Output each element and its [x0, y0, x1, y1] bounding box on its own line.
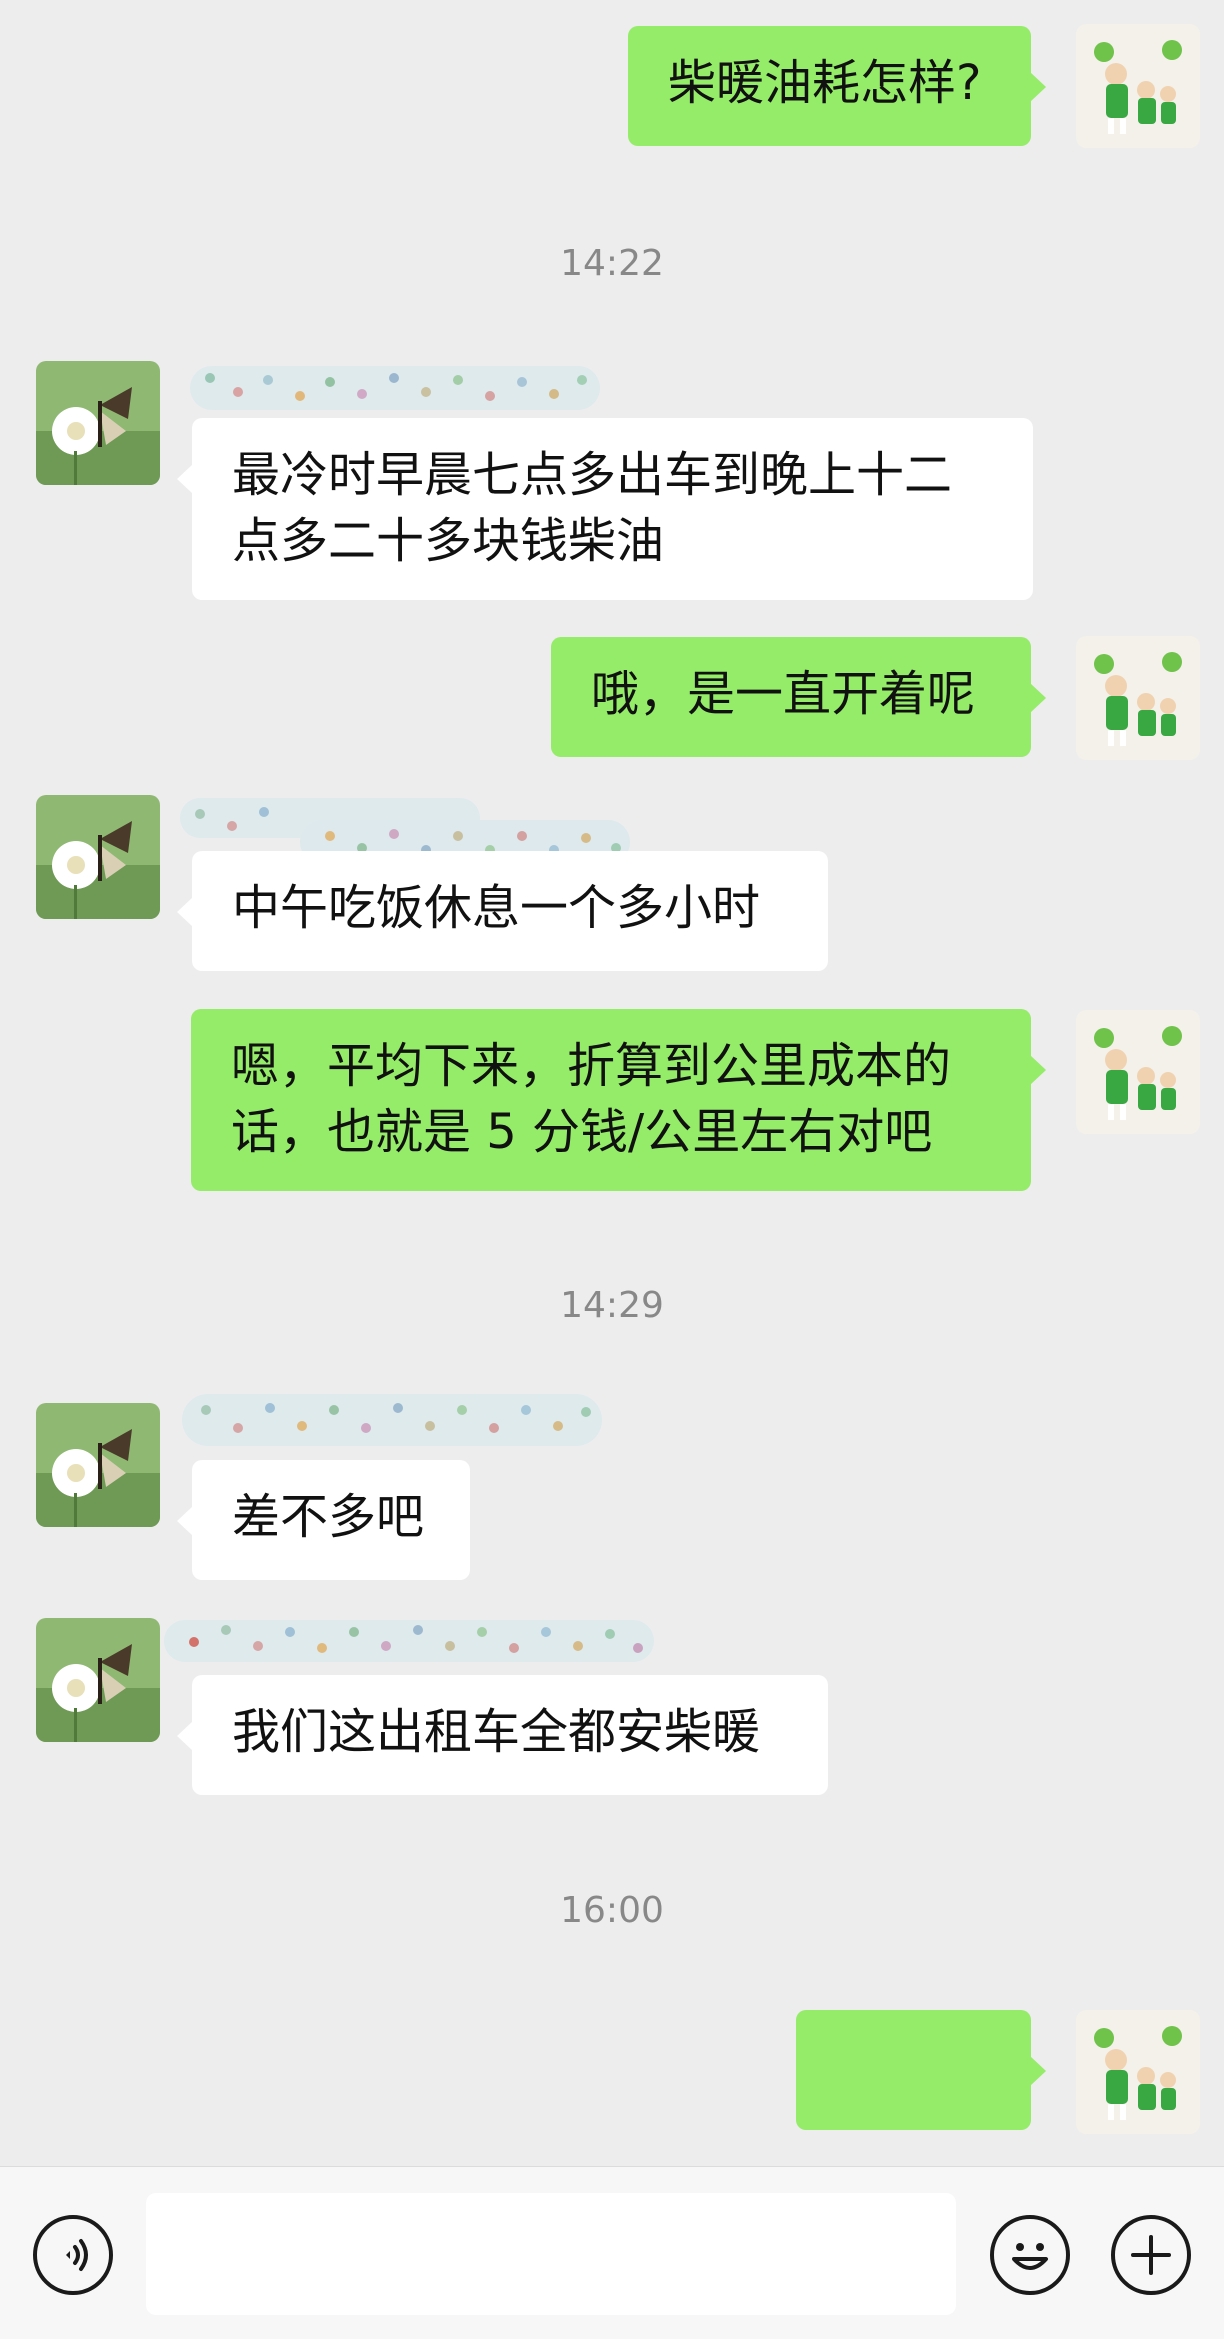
my-avatar[interactable]: [1076, 2010, 1200, 2134]
plus-icon: [1131, 2235, 1171, 2275]
family-cartoon-avatar-image: [1076, 1010, 1200, 1134]
my-avatar[interactable]: [1076, 636, 1200, 760]
message-bubble-outgoing[interactable]: 不赖: [796, 2010, 1046, 2130]
thumbs-up-icon: [836, 2100, 892, 2166]
sender-name-redacted: [164, 1612, 664, 1672]
family-cartoon-avatar-image: [1076, 636, 1200, 760]
family-cartoon-avatar-image: [1076, 2010, 1200, 2134]
contact-avatar[interactable]: [36, 1403, 160, 1527]
my-avatar[interactable]: [1076, 24, 1200, 148]
contact-avatar[interactable]: [36, 1618, 160, 1742]
butterfly-flower-avatar-image: [36, 361, 160, 485]
more-options-button[interactable]: [1111, 2215, 1191, 2295]
sender-name-redacted: [190, 362, 610, 418]
message-bubble-incoming[interactable]: 中午吃饭休息一个多小时: [177, 851, 828, 971]
message-bubble-outgoing[interactable]: 柴暖油耗怎样?: [628, 26, 1046, 146]
family-cartoon-avatar-image: [1076, 24, 1200, 148]
my-avatar[interactable]: [1076, 1010, 1200, 1134]
sender-name-redacted: [182, 1386, 612, 1456]
message-bubble-incoming[interactable]: 最冷时早晨七点多出车到晚上十二 点多二十多块钱柴油: [177, 418, 1033, 600]
message-input[interactable]: [146, 2193, 956, 2315]
timestamp: 14:29: [560, 1285, 664, 1326]
message-bubble-outgoing[interactable]: 嗯，平均下来，折算到公里成本的 话，也就是 5 分钱/公里左右对吧: [191, 1009, 1046, 1191]
emoji-button[interactable]: [990, 2215, 1070, 2295]
contact-avatar[interactable]: [36, 361, 160, 485]
message-bubble-incoming[interactable]: 差不多吧: [177, 1460, 470, 1580]
contact-avatar[interactable]: [36, 795, 160, 919]
message-bubble-incoming[interactable]: 我们这出租车全都安柴暖: [177, 1675, 828, 1795]
butterfly-flower-avatar-image: [36, 1618, 160, 1742]
butterfly-flower-avatar-image: [36, 1403, 160, 1527]
timestamp: 16:00: [560, 1890, 664, 1931]
message-bubble-outgoing[interactable]: 哦，是一直开着呢: [551, 637, 1046, 757]
input-bar: [0, 2166, 1224, 2339]
timestamp: 14:22: [560, 243, 664, 284]
voice-button[interactable]: [33, 2215, 113, 2295]
voice-icon: [66, 2239, 88, 2271]
butterfly-flower-avatar-image: [36, 795, 160, 919]
chat-area[interactable]: 柴暖油耗怎样? 14:22 最冷时早晨七点多出车到晚上十二 点多二十多块钱柴油: [0, 0, 1224, 2166]
emoji-icon: [1012, 2243, 1048, 2270]
